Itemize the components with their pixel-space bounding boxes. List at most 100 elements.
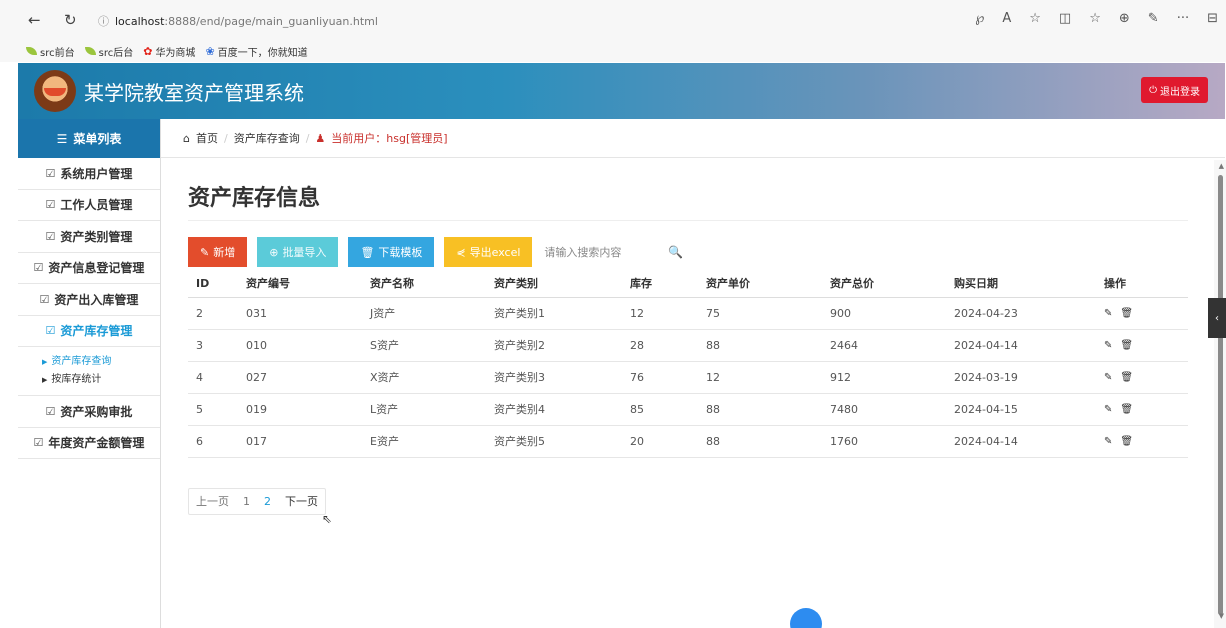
edit-icon[interactable]: ✎ [1104, 308, 1112, 319]
table-cell: 900 [822, 297, 946, 330]
submenu-item-label: 资产库存查询 [51, 356, 112, 367]
table-cell: 12 [622, 297, 698, 330]
inventory-table: ID 资产编号 资产名称 资产类别 库存 资产单价 资产总价 购买日期 操作 2… [188, 270, 1188, 458]
sidebar-item-asset-inout[interactable]: ☑ 资产出入库管理 [18, 284, 160, 316]
sidebar-item-system-users[interactable]: ☑ 系统用户管理 [18, 158, 160, 190]
sidebar-item-asset-category[interactable]: ☑ 资产类别管理 [18, 221, 160, 253]
breadcrumb: ⌂ 首页 / 资产库存查询 / ♟ 当前用户：hsg[管理员] [161, 119, 1225, 158]
caret-right-icon: ▶ [42, 358, 48, 366]
table-cell: 027 [238, 361, 362, 394]
table-cell: 资产类别4 [486, 393, 622, 426]
add-button-label: 新增 [213, 246, 236, 259]
sidebar-item-label: 资产出入库管理 [54, 292, 139, 307]
submenu-item-inventory-stats[interactable]: ▶ 按库存统计 [42, 371, 160, 389]
edit-icon[interactable]: ✎ [1104, 404, 1112, 415]
download-template-button[interactable]: 🗑 下载模板 [348, 237, 435, 267]
sidebar-item-staff[interactable]: ☑ 工作人员管理 [18, 190, 160, 221]
edit-icon[interactable]: ✎ [1104, 436, 1112, 447]
read-aloud-icon[interactable]: A [1002, 11, 1011, 26]
table-header-row: ID 资产编号 资产名称 资产类别 库存 资产单价 资产总价 购买日期 操作 [188, 270, 1188, 298]
back-icon[interactable]: ← [28, 10, 41, 30]
search-input[interactable] [542, 238, 663, 266]
row-action-icons: ✎ 🗑 [1104, 340, 1188, 351]
table-cell: 85 [622, 393, 698, 426]
edit-icon[interactable]: ✎ [1104, 372, 1112, 383]
favorite-icon[interactable]: ☆ [1029, 11, 1041, 26]
add-button[interactable]: ✎ 新增 [188, 237, 248, 267]
bookmark-baidu[interactable]: ❀ 百度一下，你就知道 [205, 44, 307, 59]
row-actions: ✎ 🗑 [1096, 329, 1188, 362]
reload-icon[interactable]: ↻ [64, 10, 77, 30]
key-icon[interactable]: ℘ [975, 11, 984, 26]
extension-icon[interactable]: ✎ [1148, 11, 1159, 26]
column-header: 购买日期 [946, 270, 1096, 298]
table-cell: 资产类别1 [486, 297, 622, 330]
edit-icon[interactable]: ✎ [1104, 340, 1112, 351]
submenu-item-inventory-query[interactable]: ▶ 资产库存查询 [42, 353, 160, 371]
page-1-button[interactable]: 1 [236, 489, 257, 514]
table-row: 3 010 S资产 资产类别2 28 88 2464 2024-04-14 ✎ 🗑 [188, 329, 1188, 362]
collections-icon[interactable]: ⊕ [1119, 11, 1130, 26]
page-2-button[interactable]: 2 [257, 489, 278, 514]
breadcrumb-separator: / [305, 131, 310, 145]
scroll-down-icon[interactable]: ▼ [1219, 612, 1224, 620]
breadcrumb-current: 资产库存查询 [233, 132, 300, 145]
scroll-thumb[interactable] [1218, 175, 1223, 615]
caret-right-icon: ▶ [42, 376, 48, 384]
next-page-button[interactable]: 下一页 [278, 489, 325, 514]
sidebar-item-purchase-approval[interactable]: ☑ 资产采购审批 [18, 396, 160, 428]
delete-icon[interactable]: 🗑 [1120, 372, 1133, 383]
export-button-label: 导出excel [469, 246, 521, 259]
table-cell: L资产 [362, 393, 486, 426]
bookmark-src-back[interactable]: src后台 [84, 44, 133, 59]
table-cell: 3 [188, 329, 238, 362]
table-cell: 88 [698, 425, 822, 458]
batch-import-button[interactable]: ⊕ 批量导入 [257, 237, 339, 267]
delete-icon[interactable]: 🗑 [1120, 340, 1133, 351]
pagination: 上一页 1 2 下一页 [188, 488, 326, 515]
scroll-up-icon[interactable]: ▲ [1219, 162, 1224, 170]
table-cell: 019 [238, 393, 362, 426]
split-screen-icon[interactable]: ◫ [1059, 11, 1071, 26]
bookmark-huawei[interactable]: ✿ 华为商城 [143, 44, 195, 59]
side-collapse-tab[interactable]: ‹ [1208, 298, 1226, 338]
bookmark-src-front[interactable]: src前台 [26, 44, 75, 59]
column-header: 资产类别 [486, 270, 622, 298]
table-cell: 6 [188, 425, 238, 458]
table-cell: 88 [698, 393, 822, 426]
delete-icon[interactable]: 🗑 [1120, 404, 1133, 415]
logout-label: 退出登录 [1160, 86, 1200, 98]
sidebar-toggle-icon[interactable]: ⊟ [1207, 11, 1218, 26]
sidebar-item-asset-inventory[interactable]: ☑ 资产库存管理 [18, 316, 160, 347]
title-divider [188, 220, 1188, 221]
logout-button[interactable]: ⏻ 退出登录 [1141, 77, 1208, 103]
template-button-label: 下载模板 [378, 246, 423, 259]
edit-icon: ☑ [33, 436, 44, 450]
user-icon: ♟ [315, 131, 326, 145]
bookmark-label: 百度一下，你就知道 [217, 47, 308, 59]
export-excel-button[interactable]: ⋞ 导出excel [444, 237, 533, 267]
delete-icon[interactable]: 🗑 [1120, 308, 1133, 319]
sidebar-item-annual-amount[interactable]: ☑ 年度资产金额管理 [18, 428, 160, 459]
edit-icon: ☑ [39, 292, 50, 306]
favorites-list-icon[interactable]: ☆ [1089, 11, 1101, 26]
table-cell: 2024-04-15 [946, 393, 1096, 426]
more-icon[interactable]: ··· [1177, 11, 1189, 26]
address-bar[interactable]: ⓘ localhost:8888/end/page/main_guanliyuan… [98, 13, 378, 29]
import-button-label: 批量导入 [282, 246, 327, 259]
submenu-item-label: 按库存统计 [51, 374, 102, 385]
floating-action-button[interactable] [790, 608, 822, 628]
sidebar-item-asset-registration[interactable]: ☑ 资产信息登记管理 [18, 253, 160, 284]
site-info-icon[interactable]: ⓘ [98, 15, 109, 28]
delete-icon[interactable]: 🗑 [1120, 436, 1133, 447]
column-header: 资产总价 [822, 270, 946, 298]
breadcrumb-home[interactable]: 首页 [196, 130, 218, 146]
search-icon[interactable]: 🔍 [668, 245, 683, 259]
table-cell: 017 [238, 425, 362, 458]
prev-page-button[interactable]: 上一页 [189, 489, 236, 514]
url-path: :8888/end/page/main_guanliyuan.html [164, 15, 378, 28]
sidebar-item-label: 年度资产金额管理 [48, 436, 145, 451]
logo-avatar [34, 70, 76, 112]
menu-title: ☰ 菜单列表 [18, 119, 160, 158]
column-header: 资产名称 [362, 270, 486, 298]
